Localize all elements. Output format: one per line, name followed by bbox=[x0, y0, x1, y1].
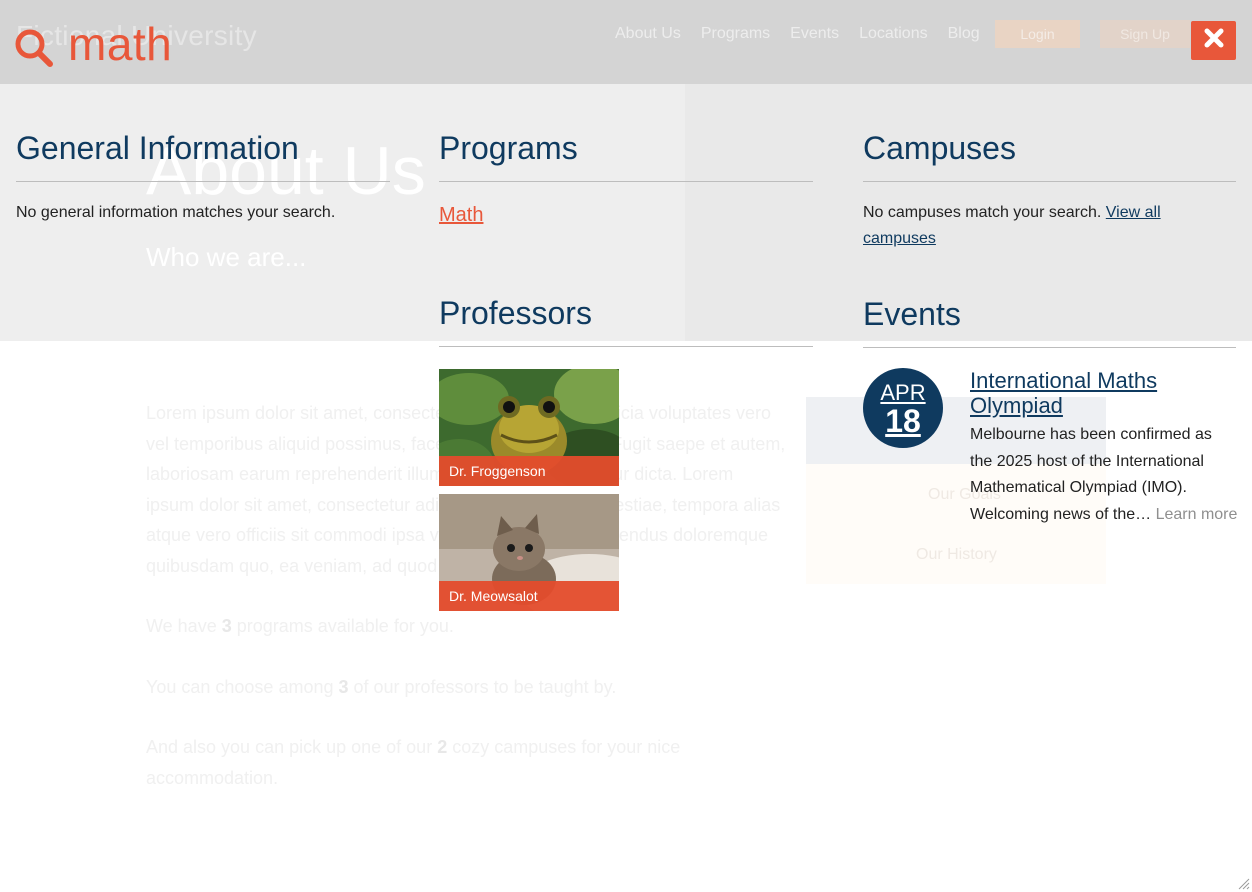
campuses-title: Campuses bbox=[863, 129, 1236, 182]
programs-list: Math bbox=[439, 204, 813, 227]
campuses-empty-text: No campuses match your search. bbox=[863, 204, 1102, 221]
event-body: International Maths Olympiad Melbourne h… bbox=[970, 368, 1238, 528]
close-icon bbox=[1203, 27, 1225, 54]
general-info-title: General Information bbox=[16, 129, 390, 182]
general-info-column: General Information No general informati… bbox=[16, 129, 390, 226]
program-link-math[interactable]: Math bbox=[439, 204, 483, 227]
search-icon bbox=[14, 20, 56, 68]
general-info-empty-message: No general information matches your sear… bbox=[16, 204, 336, 221]
learn-more-link[interactable]: Learn more bbox=[1156, 506, 1238, 523]
professor-card-meowsalot[interactable]: Dr. Meowsalot bbox=[439, 494, 619, 611]
programs-column: Programs Math bbox=[439, 129, 813, 227]
event-month: APR bbox=[880, 380, 926, 405]
search-bar[interactable]: math bbox=[14, 18, 172, 70]
event-day: 18 bbox=[885, 403, 921, 439]
programs-title: Programs bbox=[439, 129, 813, 182]
professors-title: Professors bbox=[439, 294, 813, 347]
event-title-link[interactable]: International Maths Olympiad bbox=[970, 368, 1238, 418]
resize-grip-icon[interactable] bbox=[1236, 876, 1250, 890]
events-title: Events bbox=[863, 295, 1236, 348]
event-item: APR 18 International Maths Olympiad Melb… bbox=[863, 348, 1237, 523]
professor-name: Dr. Meowsalot bbox=[439, 581, 619, 611]
event-date-badge[interactable]: APR 18 bbox=[863, 368, 943, 448]
campuses-column: Campuses No campuses match your search. … bbox=[863, 129, 1236, 252]
campuses-empty-message: No campuses match your search. View all … bbox=[863, 200, 1236, 252]
professors-list: Dr. Froggenson Dr. Meowsalot bbox=[439, 369, 813, 611]
professor-name: Dr. Froggenson bbox=[439, 456, 619, 486]
search-input[interactable]: math bbox=[68, 18, 172, 70]
professor-card-froggenson[interactable]: Dr. Froggenson bbox=[439, 369, 619, 486]
close-button[interactable] bbox=[1191, 21, 1236, 60]
search-overlay: math General Information No general info… bbox=[0, 0, 1252, 892]
event-excerpt: Melbourne has been confirmed as the 2025… bbox=[970, 422, 1238, 528]
professors-column: Professors Dr. Froggenson Dr. Meowsalot bbox=[439, 294, 813, 611]
events-column: Events APR 18 International Maths Olympi… bbox=[863, 295, 1237, 523]
